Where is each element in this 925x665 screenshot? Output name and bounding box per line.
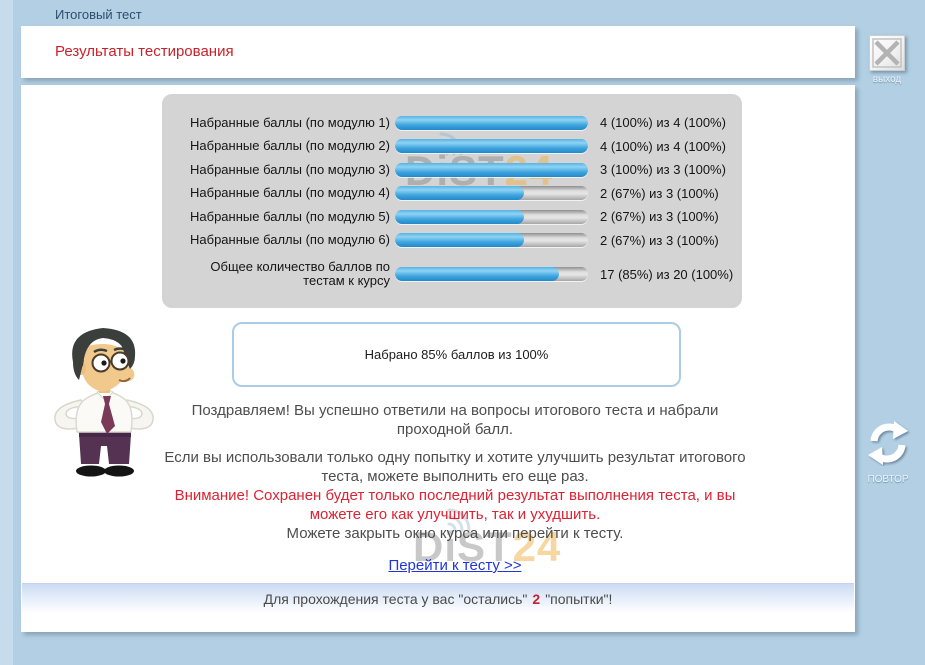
- progress-bar: [395, 233, 588, 247]
- attempts-bar: Для прохождения теста у вас "остались" 2…: [22, 583, 854, 613]
- score-row-label: Набранные баллы (по модулю 1): [162, 116, 390, 130]
- score-row-label: Набранные баллы (по модулю 6): [162, 233, 390, 247]
- progress-bar: [395, 186, 588, 200]
- score-rows: Набранные баллы (по модулю 1) 4 (100%) и…: [162, 111, 742, 291]
- progress-fill: [395, 116, 588, 130]
- score-row-label: Набранные баллы (по модулю 2): [162, 139, 390, 153]
- progress-bar: [395, 163, 588, 177]
- score-row: Набранные баллы (по модулю 2) 4 (100%) и…: [162, 135, 742, 159]
- repeat-button-label: ПОВТОР: [858, 474, 918, 485]
- go-to-test-link[interactable]: Перейти к тесту >>: [388, 557, 521, 574]
- header-card: Результаты тестирования: [21, 26, 855, 78]
- left-edge-strip: [0, 0, 13, 665]
- close-or-retry-message: Можете закрыть окно курса или перейти к …: [155, 524, 755, 543]
- page-title: Итоговый тест: [55, 7, 142, 22]
- retry-info-message: Если вы использовали только одну попытку…: [155, 448, 755, 486]
- score-row-value: 2 (67%) из 3 (100%): [600, 233, 719, 248]
- progress-bar: [395, 116, 588, 130]
- close-icon[interactable]: [869, 35, 905, 71]
- progress-fill: [395, 186, 524, 200]
- progress-fill: [395, 139, 588, 153]
- score-row: Набранные баллы (по модулю 4) 2 (67%) из…: [162, 182, 742, 206]
- score-row-value: 3 (100%) из 3 (100%): [600, 162, 726, 177]
- score-row: Набранные баллы (по модулю 1) 4 (100%) и…: [162, 111, 742, 135]
- attempts-suffix: "попытки"!: [545, 591, 612, 607]
- score-row: Набранные баллы (по модулю 5) 2 (67%) из…: [162, 205, 742, 229]
- repeat-button[interactable]: ПОВТОР: [858, 420, 918, 485]
- score-row-label: Общее количество баллов по тестам к курс…: [162, 260, 390, 288]
- results-heading: Результаты тестирования: [55, 43, 234, 60]
- attempts-count: 2: [532, 591, 540, 607]
- score-row-value: 2 (67%) из 3 (100%): [600, 186, 719, 201]
- main-content-panel: DiST24 Набранные баллы (по модулю 1) 4 (…: [21, 85, 855, 632]
- score-row-label: Набранные баллы (по модулю 3): [162, 163, 390, 177]
- warning-message: Внимание! Сохранен будет только последни…: [155, 486, 755, 524]
- score-row: Общее количество баллов по тестам к курс…: [162, 257, 742, 291]
- progress-fill: [395, 267, 559, 281]
- score-row-value: 2 (67%) из 3 (100%): [600, 209, 719, 224]
- go-to-test-link-row: Перейти к тесту >>: [155, 557, 755, 575]
- progress-fill: [395, 233, 524, 247]
- progress-fill: [395, 210, 524, 224]
- score-summary-text: Набрано 85% баллов из 100%: [365, 347, 549, 362]
- score-row: Набранные баллы (по модулю 3) 3 (100%) и…: [162, 158, 742, 182]
- exit-button[interactable]: выход: [862, 35, 912, 85]
- teacher-character-illustration: [43, 322, 161, 480]
- score-panel: Набранные баллы (по модулю 1) 4 (100%) и…: [162, 94, 742, 308]
- progress-bar: [395, 139, 588, 153]
- result-messages: Поздравляем! Вы успешно ответили на вопр…: [155, 401, 755, 543]
- score-row-value: 17 (85%) из 20 (100%): [600, 267, 733, 282]
- score-row-label: Набранные баллы (по модулю 5): [162, 210, 390, 224]
- progress-bar: [395, 267, 588, 281]
- repeat-icon: [862, 420, 914, 466]
- progress-fill: [395, 163, 588, 177]
- progress-bar: [395, 210, 588, 224]
- attempts-prefix: Для прохождения теста у вас "остались": [264, 591, 528, 607]
- congrats-message: Поздравляем! Вы успешно ответили на вопр…: [155, 401, 755, 439]
- score-row-value: 4 (100%) из 4 (100%): [600, 139, 726, 154]
- score-summary-box: Набрано 85% баллов из 100%: [232, 322, 681, 387]
- score-row-label: Набранные баллы (по модулю 4): [162, 186, 390, 200]
- exit-button-label: выход: [862, 74, 912, 85]
- score-row: Набранные баллы (по модулю 6) 2 (67%) из…: [162, 229, 742, 253]
- score-row-value: 4 (100%) из 4 (100%): [600, 115, 726, 130]
